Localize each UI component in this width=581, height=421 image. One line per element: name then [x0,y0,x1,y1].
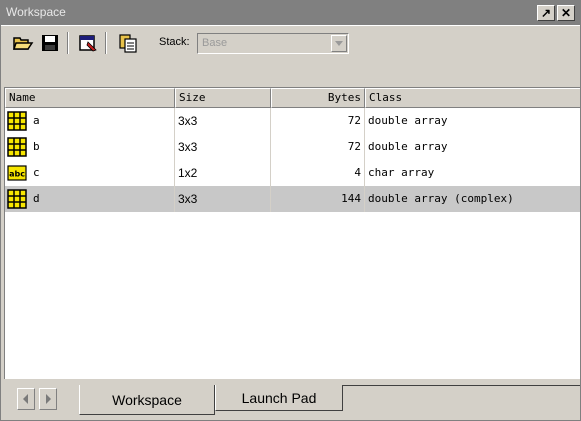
matrix-grid-icon [7,137,27,157]
tab-bar: Workspace Launch Pad [1,381,580,420]
variable-name: a [33,114,40,127]
variable-class: double array (complex) [365,186,580,212]
chevron-down-icon[interactable] [331,35,347,52]
workspace-window: Workspace ↗ ✕ Stack: Base Name Size Byte… [0,0,581,421]
toolbar-separator [67,32,69,54]
variable-class: double array [365,134,580,160]
stack-value: Base [202,37,228,49]
save-disk-icon[interactable] [39,32,61,54]
tab-launch-pad[interactable]: Launch Pad [215,385,343,411]
variable-size: 3x3 [175,134,271,160]
variable-bytes: 72 [271,134,365,160]
table-row[interactable]: abc c 1x2 4 char array [5,160,580,186]
variable-class: double array [365,108,580,134]
variables-table: Name Size Bytes Class a 3x3 72 double ar… [4,87,580,379]
close-button[interactable]: ✕ [557,5,575,21]
variable-size: 3x3 [175,186,271,212]
variable-name: b [33,140,40,153]
variable-class: char array [365,160,580,186]
column-header-class[interactable]: Class [365,88,580,108]
close-icon: ✕ [560,6,572,20]
table-header: Name Size Bytes Class [5,88,580,108]
tab-scroll-right-icon[interactable] [39,388,57,410]
column-header-name[interactable]: Name [5,88,175,108]
variable-name: d [33,192,40,205]
tab-divider [343,385,580,386]
svg-text:abc: abc [9,170,25,179]
matrix-grid-icon [7,189,27,209]
stack-label: Stack: [159,36,190,48]
variable-bytes: 4 [271,160,365,186]
undock-arrow-icon: ↗ [540,6,552,20]
import-data-icon[interactable] [117,32,139,54]
column-header-size[interactable]: Size [175,88,271,108]
abc-char-icon: abc [7,165,27,181]
variable-bytes: 72 [271,108,365,134]
window-title: Workspace [6,5,66,19]
matrix-grid-icon [7,111,27,131]
title-bar[interactable]: Workspace ↗ ✕ [1,1,580,25]
open-folder-icon[interactable] [12,32,34,54]
undock-button[interactable]: ↗ [537,5,555,21]
table-row[interactable]: a 3x3 72 double array [5,108,580,134]
variable-bytes: 144 [271,186,365,212]
table-row-selected[interactable]: d 3x3 144 double array (complex) [5,186,580,212]
column-header-bytes[interactable]: Bytes [271,88,365,108]
variable-name: c [33,166,40,179]
print-icon[interactable] [77,32,99,54]
toolbar: Stack: Base [1,25,580,59]
stack-select[interactable]: Base [197,33,349,54]
variable-size: 3x3 [175,108,271,134]
toolbar-separator [105,32,107,54]
table-row[interactable]: b 3x3 72 double array [5,134,580,160]
tab-scroll-left-icon[interactable] [17,388,35,410]
tab-workspace[interactable]: Workspace [79,385,215,415]
variable-size: 1x2 [175,160,271,186]
